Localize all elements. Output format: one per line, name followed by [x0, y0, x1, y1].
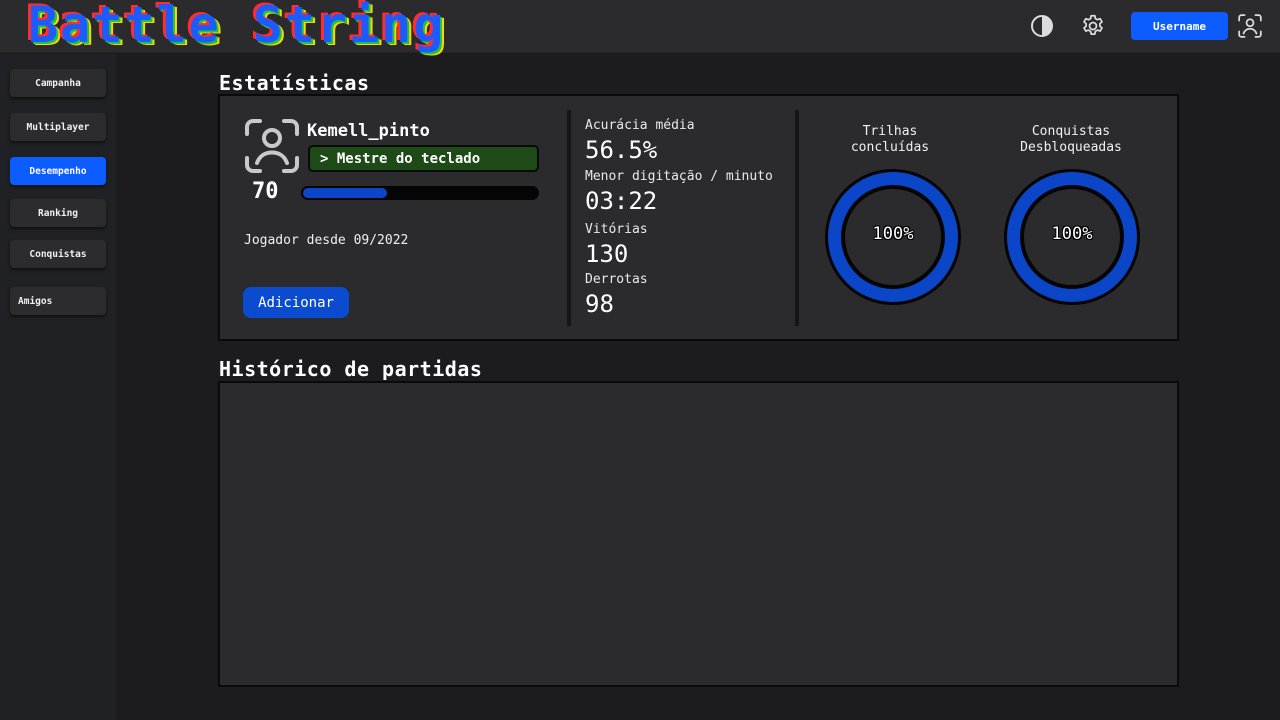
ring-label-line: concluídas	[850, 140, 930, 155]
sidebar-item-amigos[interactable]: Amigos	[10, 287, 106, 315]
xp-progress-bar	[301, 186, 539, 200]
profile-username: Kemell_pinto	[307, 121, 430, 141]
sidebar-item-conquistas[interactable]: Conquistas	[10, 240, 106, 268]
username-button[interactable]: Username	[1131, 12, 1228, 40]
metric-label-accuracy: Acurácia média	[585, 118, 695, 133]
column-divider	[795, 110, 799, 326]
top-bar: Battle String Username	[0, 0, 1280, 53]
sidebar: Campanha Multiplayer Desempenho Ranking …	[0, 54, 116, 720]
player-level: 70	[252, 179, 279, 204]
contrast-icon[interactable]	[1028, 12, 1056, 40]
metric-value-wins: 130	[585, 240, 629, 268]
achievements-percent: 100%	[1051, 224, 1093, 244]
ring-label-line: Trilhas	[862, 124, 918, 139]
trails-percent: 100%	[872, 224, 914, 244]
ring-label-trails: Trilhas concluídas	[810, 124, 970, 156]
app-logo[interactable]: Battle String	[28, 0, 445, 50]
xp-progress-fill	[301, 186, 390, 200]
history-section-title: Histórico de partidas	[219, 357, 483, 381]
sidebar-item-desempenho[interactable]: Desempenho	[10, 157, 106, 185]
sidebar-item-ranking[interactable]: Ranking	[10, 199, 106, 227]
ring-label-line: Desbloqueadas	[1020, 140, 1122, 155]
sidebar-item-multiplayer[interactable]: Multiplayer	[10, 113, 106, 141]
column-divider	[567, 110, 571, 326]
metric-label-typing: Menor digitação / minuto	[585, 169, 773, 184]
gear-icon[interactable]	[1079, 12, 1107, 40]
sidebar-item-campanha[interactable]: Campanha	[10, 69, 106, 97]
add-friend-button[interactable]: Adicionar	[243, 287, 349, 318]
avatar-icon	[244, 118, 300, 174]
metric-value-accuracy: 56.5%	[585, 136, 658, 164]
stats-panel: Kemell_pinto > Mestre do teclado 70 Joga…	[218, 94, 1179, 341]
metric-value-typing: 03:22	[585, 187, 658, 215]
member-since: Jogador desde 09/2022	[244, 233, 409, 248]
metric-label-losses: Derrotas	[585, 272, 648, 287]
metric-value-losses: 98	[585, 290, 614, 318]
rank-badge: > Mestre do teclado	[308, 145, 539, 172]
match-history-panel	[218, 381, 1179, 687]
ring-label-line: Conquistas	[1031, 124, 1111, 139]
ring-label-achievements: Conquistas Desbloqueadas	[991, 124, 1151, 156]
user-profile-icon[interactable]	[1236, 12, 1264, 40]
stats-section-title: Estatísticas	[219, 71, 370, 95]
metric-label-wins: Vitórias	[585, 222, 648, 237]
